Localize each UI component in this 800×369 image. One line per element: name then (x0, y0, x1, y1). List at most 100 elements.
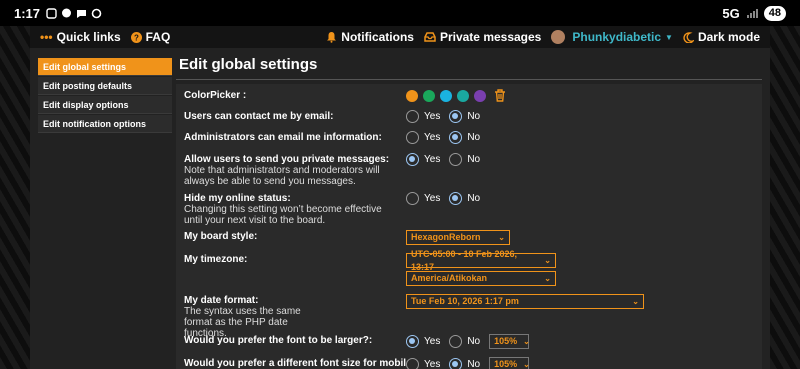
timezone-row: My timezone: (184, 254, 247, 265)
user-menu[interactable]: Phunkydiabetic ▼ (551, 30, 673, 44)
signal-icon (746, 8, 758, 18)
colorpicker-label: ColorPicker : (184, 90, 247, 101)
private-msg-row: Allow users to send you private messages… (184, 154, 399, 187)
private-msg-label: Allow users to send you private messages… (184, 154, 390, 165)
svg-text:?: ? (134, 33, 139, 42)
date-format-control: Tue Feb 10, 2026 1:17 pm ⌄ (406, 294, 644, 309)
larger-font-size-select[interactable]: 105% ⌄ (489, 334, 530, 349)
hide-online-no[interactable]: No (449, 192, 480, 205)
hide-online-note: Changing this setting won’t become effec… (184, 204, 382, 226)
quick-links-link[interactable]: ••• Quick links (40, 30, 121, 44)
contact-email-radios: Yes No (406, 110, 489, 123)
larger-font-no[interactable]: No (449, 335, 480, 348)
private-msg-radios: Yes No (406, 153, 489, 166)
admin-email-no[interactable]: No (449, 131, 480, 144)
hide-online-yes[interactable]: Yes (406, 192, 440, 205)
main-container: Edit global settings Edit posting defaul… (30, 48, 770, 369)
radio-button[interactable] (406, 110, 419, 123)
date-format-value: Tue Feb 10, 2026 1:17 pm (411, 296, 519, 306)
quick-links-label: Quick links (56, 30, 121, 44)
sidebar-item-posting-defaults[interactable]: Edit posting defaults (38, 77, 172, 95)
dark-mode-toggle[interactable]: Dark mode (683, 30, 760, 44)
radio-button[interactable] (406, 192, 419, 205)
radio-button[interactable] (406, 358, 419, 369)
timezone-select[interactable]: UTC-05:00 - 10 Feb 2026, 13:17 ⌄ (406, 249, 556, 272)
app-notification-icon (46, 7, 57, 19)
date-format-select[interactable]: Tue Feb 10, 2026 1:17 pm ⌄ (406, 294, 644, 309)
private-msg-yes[interactable]: Yes (406, 153, 440, 166)
chevron-down-icon: ⌄ (523, 337, 530, 346)
admin-email-yes[interactable]: Yes (406, 131, 440, 144)
avatar (551, 30, 566, 44)
clock: 1:17 (14, 5, 41, 21)
board-style-row: My board style: (184, 231, 257, 242)
background-pattern-right (770, 26, 800, 369)
radio-button-selected[interactable] (449, 192, 463, 205)
mobile-font-row: Would you prefer a different font size f… (184, 358, 412, 369)
timezone-zone-value: America/Atikokan (411, 273, 488, 283)
mobile-font-no[interactable]: No (449, 358, 480, 369)
swatch-purple[interactable] (474, 89, 486, 102)
mobile-font-size-select[interactable]: 105% ⌄ (489, 357, 530, 369)
swatch-orange[interactable] (406, 89, 418, 102)
timezone-zone-select[interactable]: America/Atikokan ⌄ (406, 271, 556, 286)
notifications-link[interactable]: Notifications (326, 30, 414, 44)
sidebar-item-global-settings[interactable]: Edit global settings (38, 58, 172, 76)
private-msg-note: Note that administrators and moderators … (184, 165, 380, 187)
contact-email-yes[interactable]: Yes (406, 110, 440, 123)
top-navigation: ••• Quick links ? FAQ Notifications Priv… (30, 26, 770, 48)
yes-label: Yes (424, 111, 441, 122)
help-icon: ? (130, 31, 142, 43)
chat-icon (77, 9, 87, 18)
chevron-down-icon: ⌄ (632, 297, 639, 306)
yes-label: Yes (424, 336, 441, 347)
board-style-select[interactable]: HexagonReborn ⌄ (406, 230, 510, 245)
swatch-blue[interactable] (440, 89, 452, 102)
contact-email-no[interactable]: No (449, 110, 480, 123)
background-pattern-left (0, 26, 30, 369)
chevron-down-icon: ⌄ (544, 256, 551, 265)
no-label: No (467, 359, 481, 369)
radio-button[interactable] (449, 153, 463, 166)
contact-email-row: Users can contact me by email: (184, 111, 334, 122)
hide-online-radios: Yes No (406, 192, 489, 205)
settings-form: ColorPicker : Users can contact me by em… (176, 84, 762, 369)
mobile-font-yes[interactable]: Yes (406, 358, 440, 369)
radio-button-selected[interactable] (449, 131, 463, 144)
board-style-label: My board style: (184, 231, 258, 242)
message-icon (62, 8, 72, 17)
larger-font-yes[interactable]: Yes (406, 335, 440, 348)
radio-button[interactable] (449, 335, 463, 348)
faq-link[interactable]: ? FAQ (130, 30, 170, 44)
board-style-value: HexagonReborn (411, 232, 481, 242)
radio-button[interactable] (406, 131, 419, 144)
date-format-row: My date format: The syntax uses the same… (184, 295, 314, 339)
radio-button-selected[interactable] (449, 358, 463, 369)
chevron-down-icon: ⌄ (523, 360, 530, 369)
sidebar-item-notification-options[interactable]: Edit notification options (38, 115, 172, 133)
admin-email-row: Administrators can email me information: (184, 132, 382, 143)
radio-button-selected[interactable] (406, 335, 419, 348)
page-title: Edit global settings (176, 54, 762, 80)
font-size-value: 105% (494, 359, 518, 369)
contact-email-label: Users can contact me by email: (184, 111, 334, 122)
battery-indicator: 48 (763, 5, 786, 21)
colorpicker-row: ColorPicker : (184, 90, 246, 101)
private-msg-no[interactable]: No (449, 153, 480, 166)
mobile-font-label: Would you prefer a different font size f… (184, 358, 412, 369)
sidebar-item-display-options[interactable]: Edit display options (38, 96, 172, 114)
radio-button-selected[interactable] (406, 153, 419, 166)
swatch-green[interactable] (423, 89, 435, 102)
moon-icon (683, 31, 694, 43)
notifications-label: Notifications (341, 30, 414, 44)
sync-icon (91, 8, 102, 18)
larger-font-control: Yes No 105% ⌄ (406, 334, 530, 349)
private-messages-link[interactable]: Private messages (424, 30, 541, 44)
inbox-icon (424, 32, 436, 42)
trash-icon[interactable] (494, 89, 506, 102)
chevron-down-icon: ⌄ (498, 233, 505, 242)
yes-label: Yes (424, 132, 441, 143)
admin-email-radios: Yes No (406, 131, 489, 144)
radio-button-selected[interactable] (449, 110, 463, 123)
swatch-teal[interactable] (457, 89, 469, 102)
